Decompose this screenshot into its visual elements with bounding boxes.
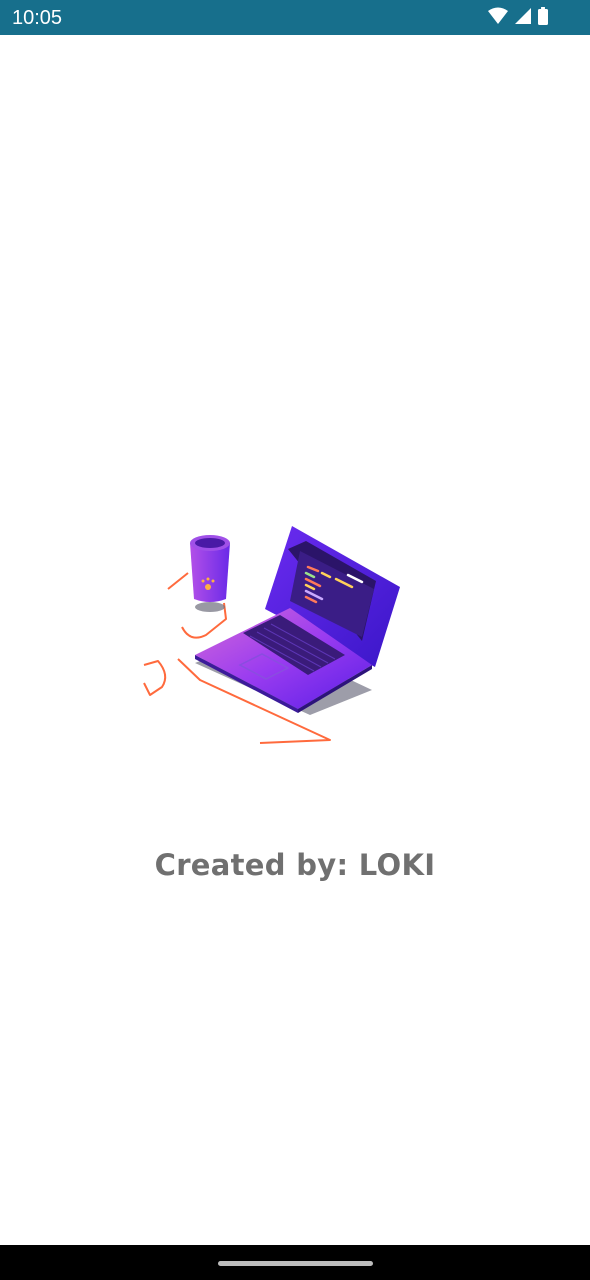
- status-bar: 10:05: [0, 0, 590, 35]
- splash-screen: 10:05 Created by: LOKI: [0, 0, 590, 1280]
- wifi-icon: [488, 7, 508, 24]
- home-gesture-handle[interactable]: [218, 1261, 373, 1266]
- cellular-signal-icon: [515, 8, 531, 24]
- status-time: 10:05: [12, 7, 63, 29]
- credit-text: Created by: LOKI: [154, 848, 436, 882]
- status-icons: [488, 7, 552, 27]
- laptop-and-cup-illustration: [130, 515, 415, 745]
- battery-icon: [538, 7, 548, 25]
- navigation-bar: [0, 1245, 590, 1280]
